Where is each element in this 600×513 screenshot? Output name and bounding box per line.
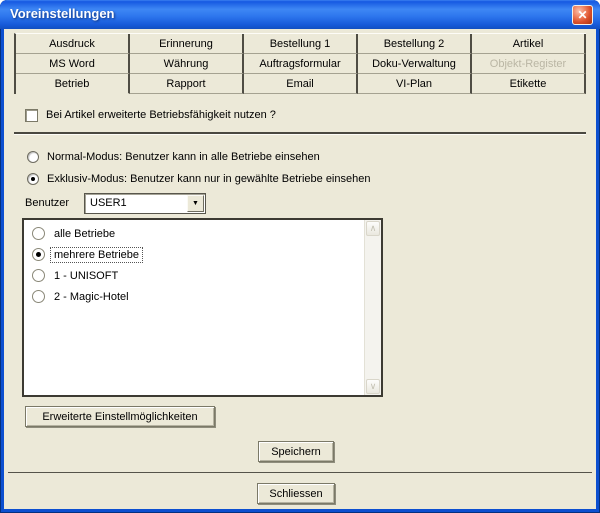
tab-objekt-register: Objekt-Register [472,54,586,74]
tab-bestellung-1[interactable]: Bestellung 1 [244,34,358,54]
close-icon: ✕ [577,8,587,22]
dropdown-button[interactable]: ▼ [187,195,204,212]
betriebe-listbox: alle Betriebe mehrere Betriebe 1 - UNISO… [22,218,383,397]
tab-ausdruck[interactable]: Ausdruck [16,34,130,54]
tab-email[interactable]: Email [244,74,358,94]
tab-strip: Ausdruck Erinnerung Bestellung 1 Bestell… [14,33,586,94]
list-item-label: mehrere Betriebe [51,248,142,262]
schliessen-button[interactable]: Schliessen [257,483,335,504]
list-item-1-unisoft[interactable]: 1 - UNISOFT [32,267,121,284]
list-item-mehrere-betriebe[interactable]: mehrere Betriebe [32,246,142,263]
tab-ms-word[interactable]: MS Word [16,54,130,74]
benutzer-label: Benutzer [25,197,69,209]
titlebar[interactable]: Voreinstellungen ✕ [0,0,600,29]
tab-auftragsformular[interactable]: Auftragsformular [244,54,358,74]
tab-erinnerung[interactable]: Erinnerung [130,34,244,54]
radio-checked-icon[interactable] [32,248,45,261]
radio-unchecked-icon[interactable] [32,269,45,282]
radio-unchecked-icon[interactable] [27,151,39,163]
tab-waehrung[interactable]: Währung [130,54,244,74]
tab-betrieb[interactable]: Betrieb [16,74,130,94]
tab-artikel[interactable]: Artikel [472,34,586,54]
dialog-body: Ausdruck Erinnerung Bestellung 1 Bestell… [4,29,596,509]
list-item-label: 2 - Magic-Hotel [51,290,132,304]
preferences-dialog: Voreinstellungen ✕ Ausdruck Erinnerung B… [0,0,600,513]
list-item-2-magic-hotel[interactable]: 2 - Magic-Hotel [32,288,132,305]
advanced-settings-button[interactable]: Erweiterte Einstellmöglichkeiten [25,406,215,427]
tab-bestellung-2[interactable]: Bestellung 2 [358,34,472,54]
radio-exklusiv-modus[interactable]: Exklusiv-Modus: Benutzer kann nur in gew… [27,172,370,186]
scrollbar[interactable]: ∧ ∨ [364,220,381,395]
separator [14,132,586,135]
radio-unchecked-icon[interactable] [32,227,45,240]
bottom-separator [8,472,592,473]
tab-doku-verwaltung[interactable]: Doku-Verwaltung [358,54,472,74]
chevron-up-icon: ∧ [370,224,377,233]
benutzer-selected-value: USER1 [90,197,127,209]
list-item-label: 1 - UNISOFT [51,269,121,283]
radio-label: Exklusiv-Modus: Benutzer kann nur in gew… [47,173,370,185]
list-item-alle-betriebe[interactable]: alle Betriebe [32,225,118,242]
checkbox-icon[interactable] [25,109,38,122]
radio-label: Normal-Modus: Benutzer kann in alle Betr… [47,151,320,163]
tab-vi-plan[interactable]: VI-Plan [358,74,472,94]
checkbox-label: Bei Artikel erweiterte Betriebsfähigkeit… [46,109,276,121]
scroll-up-button[interactable]: ∧ [366,221,380,236]
artikel-betriebsfaehigkeit-checkbox-row[interactable]: Bei Artikel erweiterte Betriebsfähigkeit… [25,108,276,122]
save-button[interactable]: Speichern [258,441,334,462]
window-title: Voreinstellungen [10,6,115,21]
benutzer-select[interactable]: USER1 ▼ [84,193,206,214]
radio-normal-modus[interactable]: Normal-Modus: Benutzer kann in alle Betr… [27,150,320,164]
chevron-down-icon: ▼ [192,200,199,207]
radio-unchecked-icon[interactable] [32,290,45,303]
scroll-down-button[interactable]: ∨ [366,379,380,394]
radio-checked-icon[interactable] [27,173,39,185]
tab-rapport[interactable]: Rapport [130,74,244,94]
close-button[interactable]: ✕ [572,5,593,25]
tab-etikette[interactable]: Etikette [472,74,586,94]
chevron-down-icon: ∨ [370,382,377,391]
list-item-label: alle Betriebe [51,227,118,241]
